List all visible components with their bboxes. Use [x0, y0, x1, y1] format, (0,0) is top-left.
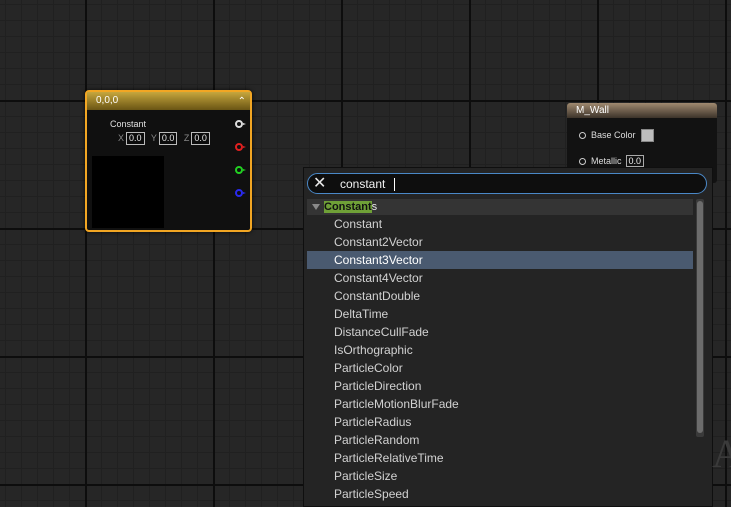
output-pin-rgb-icon[interactable]	[235, 120, 246, 128]
result-item[interactable]: ParticleMotionBlurFade	[307, 395, 693, 413]
text-caret	[394, 178, 395, 191]
node-label: Constant	[110, 119, 147, 129]
result-item[interactable]: ParticleRelativeTime	[307, 449, 693, 467]
result-item[interactable]: DeltaTime	[307, 305, 693, 323]
collapse-chevron-icon[interactable]: ⌃	[238, 93, 246, 111]
vector-values: X 0.0 Y 0.0 Z 0.0	[118, 132, 214, 145]
result-item[interactable]: ParticleSize	[307, 467, 693, 485]
y-value-field[interactable]: 0.0	[158, 132, 178, 145]
node-search-popup: ✕ Constants ConstantConstant2VectorConst…	[303, 167, 713, 507]
cursor-shape: A	[712, 431, 731, 476]
results-list: Constant Constant2Vector Constant3Vector Co…	[307, 215, 693, 503]
base-color-swatch[interactable]	[640, 129, 654, 142]
z-label: Z	[183, 133, 190, 143]
result-item[interactable]: Constant2Vector	[307, 233, 693, 251]
result-item[interactable]: ConstantDouble	[307, 287, 693, 305]
category-label: Constants	[324, 199, 377, 215]
color-preview	[92, 156, 164, 228]
x-value-field[interactable]: 0.0	[126, 132, 145, 145]
search-box[interactable]: ✕	[307, 173, 707, 194]
result-item[interactable]: ParticleRandom	[307, 431, 693, 449]
result-item[interactable]: ParticleSpeed	[307, 485, 693, 503]
y-label: Y	[150, 133, 157, 143]
output-pin-b-icon[interactable]	[235, 189, 246, 197]
result-item[interactable]: DistanceCullFade	[307, 323, 693, 341]
result-item[interactable]: ParticleDirection	[307, 377, 693, 395]
search-input[interactable]	[340, 176, 680, 191]
output-pin-r-icon[interactable]	[235, 143, 246, 151]
scrollbar-thumb[interactable]	[697, 201, 703, 433]
result-item[interactable]: Constant	[307, 215, 693, 233]
result-item[interactable]: IsOrthographic	[307, 341, 693, 359]
result-item[interactable]: Constant4Vector	[307, 269, 693, 287]
node-title: 0,0,0	[96, 95, 119, 106]
z-value-field[interactable]: 0.0	[191, 132, 210, 145]
category-label-rest: s	[371, 201, 378, 213]
constant3vector-node[interactable]: 0,0,0 ⌃ Constant X 0.0 Y 0.0 Z 0.0	[85, 90, 252, 232]
metallic-label: Metallic	[591, 156, 622, 166]
result-item[interactable]: ParticleRadius	[307, 413, 693, 431]
result-item[interactable]: Constant3Vector	[307, 251, 693, 269]
expand-triangle-icon[interactable]	[312, 204, 320, 210]
output-pin-g-icon[interactable]	[235, 166, 246, 174]
material-node-title: M_Wall	[567, 103, 717, 118]
x-label: X	[118, 133, 125, 143]
metallic-value-field[interactable]: 0.0	[625, 155, 645, 167]
node-header[interactable]: 0,0,0 ⌃	[87, 92, 250, 110]
input-pin-icon[interactable]	[579, 132, 586, 139]
base-color-label: Base Color	[591, 129, 636, 140]
results-scrollbar[interactable]	[696, 199, 704, 437]
category-row-constants[interactable]: Constants	[307, 199, 693, 215]
clear-search-icon[interactable]: ✕	[313, 175, 326, 193]
metallic-input[interactable]: Metallic 0.0	[579, 155, 645, 167]
base-color-input[interactable]: Base Color	[579, 129, 654, 142]
match-highlight: Constant	[324, 201, 372, 213]
result-item[interactable]: ParticleColor	[307, 359, 693, 377]
input-pin-icon[interactable]	[579, 158, 586, 166]
